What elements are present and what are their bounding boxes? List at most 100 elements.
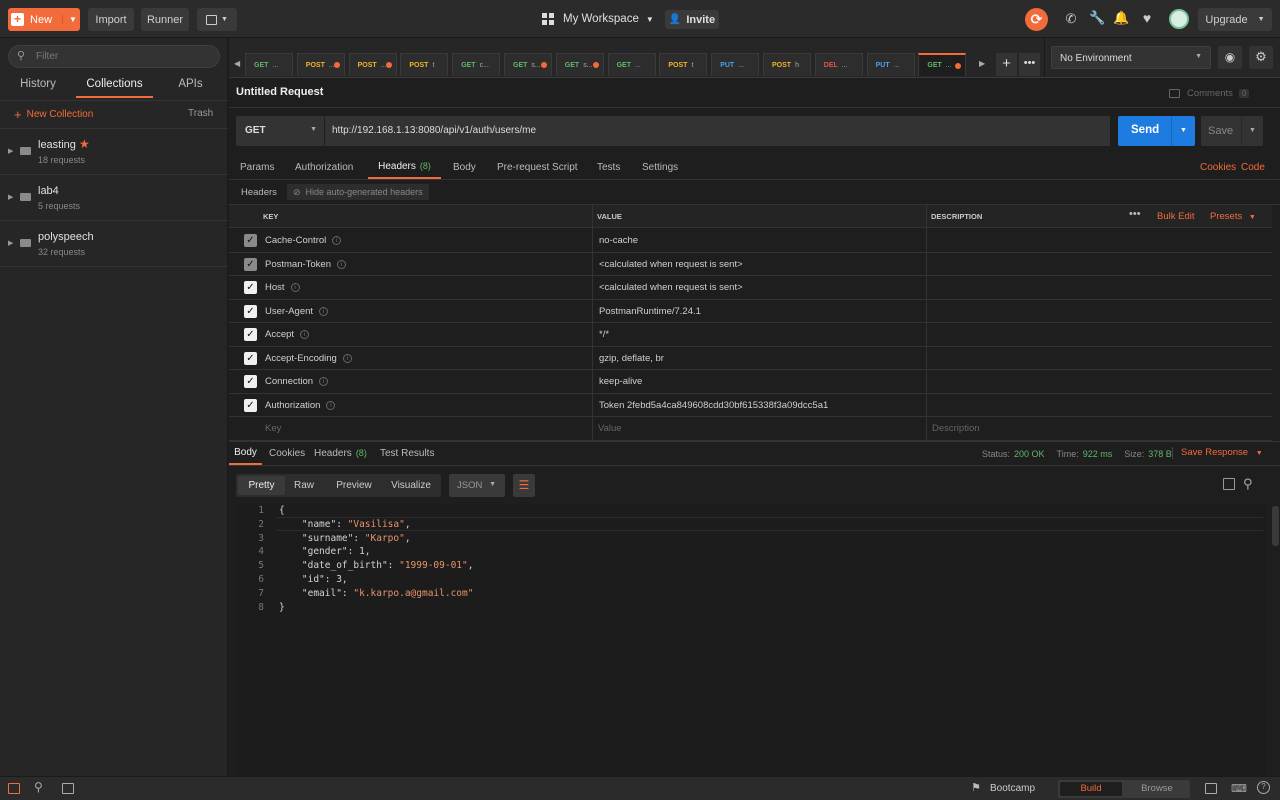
tab-authorization[interactable]: Authorization [295, 155, 353, 179]
url-input[interactable]: http://192.168.1.13:8080/api/v1/auth/use… [325, 116, 1110, 146]
chevron-left-icon[interactable]: ◀ [234, 59, 240, 68]
header-value[interactable]: Token 2febd5a4ca849608cdd30bf615338f3a09… [599, 394, 828, 417]
request-tab[interactable]: POST t [659, 53, 708, 76]
info-icon[interactable]: i [300, 330, 310, 339]
save-button[interactable]: Save ▼ [1201, 116, 1263, 146]
tab-tests[interactable]: Tests [597, 155, 620, 179]
copy-icon[interactable] [1223, 478, 1235, 490]
info-icon[interactable]: i [319, 377, 329, 386]
save-response-button[interactable]: Save Response ▼ [1172, 447, 1263, 459]
bootcamp-link[interactable]: Bootcamp [990, 783, 1035, 794]
response-tab-headers[interactable]: Headers (8) [314, 441, 367, 465]
row-checkbox[interactable]: ✓ [244, 398, 257, 412]
import-button[interactable]: Import [88, 8, 134, 31]
method-select[interactable]: GET ▼ [236, 116, 324, 146]
header-value[interactable]: PostmanRuntime/7.24.1 [599, 300, 701, 323]
workspace-switcher[interactable]: My Workspace ▼ [542, 11, 654, 27]
satellite-icon[interactable]: ✆ [1063, 11, 1079, 27]
request-tab[interactable]: GET s... [555, 53, 604, 76]
collection-item-leasting[interactable]: ▶ leasting ★ 18 requests [0, 129, 228, 175]
tab-body[interactable]: Body [453, 155, 476, 179]
hide-auto-headers-button[interactable]: ⊘ Hide auto-generated headers [287, 184, 429, 200]
comments-button[interactable]: Comments 0 [1169, 86, 1250, 100]
request-tab[interactable]: GET... [918, 53, 967, 76]
request-tab[interactable]: DEL... [814, 53, 863, 76]
eye-button[interactable]: ◉ [1218, 46, 1242, 69]
sidebar-tab-collections[interactable]: Collections [76, 78, 153, 98]
info-icon[interactable]: i [342, 353, 352, 363]
upgrade-button[interactable]: Upgrade ▼ [1198, 8, 1272, 31]
bulk-edit-link[interactable]: Bulk Edit [1157, 211, 1195, 222]
row-checkbox[interactable]: ✓ [244, 304, 257, 318]
row-checkbox[interactable]: ✓ [244, 257, 257, 271]
header-value[interactable]: <calculated when request is sent> [599, 276, 743, 299]
add-tab-button[interactable]: + [996, 53, 1017, 76]
filter-input[interactable]: Filter [36, 51, 58, 62]
new-collection-button[interactable]: + New Collection [14, 107, 93, 122]
new-value-input[interactable]: Value [598, 423, 622, 434]
two-pane-icon[interactable] [1205, 783, 1217, 794]
header-value[interactable]: keep-alive [599, 370, 642, 393]
find-icon[interactable]: ⚲ [34, 780, 43, 794]
wrap-lines-button[interactable]: ☰ [513, 474, 535, 497]
presets-link[interactable]: Presets ▼ [1210, 211, 1256, 222]
tab-settings[interactable]: Settings [642, 155, 678, 179]
new-description-input[interactable]: Description [932, 423, 980, 434]
header-key-cell[interactable]: Connection i [265, 370, 329, 393]
filter-box[interactable]: ⚲ Filter [8, 45, 220, 68]
view-pretty[interactable]: Pretty [238, 476, 285, 495]
request-tab[interactable]: GET c... [452, 53, 501, 76]
row-checkbox[interactable]: ✓ [244, 328, 257, 341]
header-value[interactable]: no-cache [599, 229, 638, 252]
chevron-down-icon[interactable]: ▼ [1241, 116, 1263, 146]
info-icon[interactable]: i [332, 236, 342, 245]
bell-icon[interactable]: 🔔 [1113, 10, 1129, 26]
tab-headers[interactable]: Headers (8) [368, 155, 441, 179]
row-checkbox[interactable]: ✓ [244, 234, 257, 247]
info-icon[interactable]: i [319, 306, 329, 316]
view-visualize[interactable]: Visualize [386, 476, 436, 495]
request-tab[interactable]: POST... [348, 53, 397, 76]
request-tab[interactable]: POST t [400, 53, 449, 76]
sync-icon[interactable]: ⟳ [1025, 8, 1048, 31]
info-icon[interactable]: i [337, 259, 347, 269]
sidebar-tab-apis[interactable]: APIs [153, 78, 228, 98]
header-key-cell[interactable]: Cache-Control i [265, 229, 342, 252]
scrollbar[interactable] [1272, 506, 1279, 546]
chevron-right-icon[interactable]: ▶ [979, 59, 985, 68]
code-link[interactable]: Code [1241, 155, 1265, 179]
request-tab[interactable]: POST h [763, 53, 811, 76]
new-window-button[interactable]: ▼ [197, 8, 237, 31]
build-mode[interactable]: Build [1060, 782, 1122, 796]
header-key-cell[interactable]: Host i [265, 276, 300, 299]
chevron-down-icon[interactable]: ▼ [1171, 116, 1195, 146]
wrench-icon[interactable]: 🔧 [1089, 10, 1105, 26]
help-icon[interactable]: ? [1257, 781, 1270, 794]
header-value[interactable]: */* [599, 323, 609, 346]
header-key-cell[interactable]: User-Agent i [265, 300, 329, 323]
header-key-cell[interactable]: Accept i [265, 323, 310, 346]
request-tab[interactable]: GET... [245, 53, 293, 76]
header-key-cell[interactable]: Accept-Encoding i [265, 347, 352, 370]
request-tab[interactable]: GET s... [504, 53, 552, 76]
sidebar-toggle-icon[interactable] [8, 783, 20, 794]
tab-prerequest-script[interactable]: Pre-request Script [497, 155, 578, 179]
settings-button[interactable]: ⚙ [1249, 46, 1273, 69]
runner-button[interactable]: Runner [141, 8, 189, 31]
send-button[interactable]: Send ▼ [1118, 116, 1195, 146]
format-select[interactable]: JSON ▼ [449, 474, 505, 497]
request-tab[interactable]: PUT... [866, 53, 915, 76]
more-icon[interactable]: ••• [1129, 208, 1141, 220]
new-key-input[interactable]: Key [265, 423, 281, 434]
row-checkbox[interactable]: ✓ [244, 351, 257, 365]
header-value[interactable]: gzip, deflate, br [599, 347, 664, 370]
view-preview[interactable]: Preview [331, 476, 377, 495]
keyboard-icon[interactable]: ⌨ [1231, 782, 1247, 795]
response-tab-cookies[interactable]: Cookies [269, 441, 305, 465]
header-key-cell[interactable]: Postman-Token i [265, 253, 347, 276]
response-tab-test-results[interactable]: Test Results [380, 441, 434, 465]
sidebar-tab-history[interactable]: History [0, 78, 76, 98]
new-button[interactable]: + New ▼ [8, 8, 80, 31]
search-icon[interactable]: ⚲ [1243, 476, 1253, 492]
invite-button[interactable]: 👤 Invite [665, 10, 719, 29]
